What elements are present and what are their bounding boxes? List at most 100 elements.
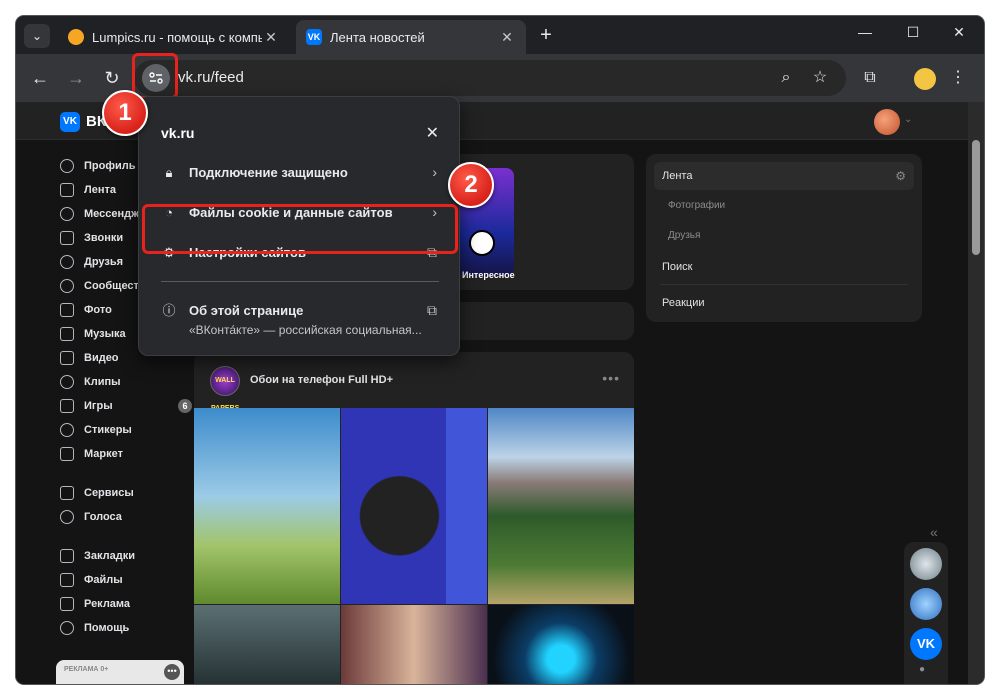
browser-window: ⌄ Lumpics.ru - помощь с компь ✕ VK Лента…	[16, 16, 984, 684]
wallpaper-photo-portrait[interactable]	[341, 605, 487, 684]
gamepad-icon	[60, 399, 74, 413]
post-author-avatar[interactable]: WALL PAPERS	[210, 366, 240, 412]
help-icon	[60, 621, 74, 635]
more-icon[interactable]: •••	[164, 664, 180, 680]
sidebar-item-votes[interactable]: Голоса	[60, 505, 200, 529]
feed-icon	[60, 183, 74, 197]
chat-icon	[60, 207, 74, 221]
story-label: Интересное	[462, 270, 515, 280]
step-marker-2: 2	[448, 162, 494, 208]
chevron-down-icon[interactable]: ⌄	[904, 114, 912, 125]
wallpaper-photo-sky-field[interactable]	[194, 408, 340, 604]
wallpaper-photo-fluffy-creature[interactable]	[341, 408, 487, 604]
friends-icon	[60, 255, 74, 269]
coins-icon	[60, 510, 74, 524]
wallpaper-photo-blue-lightning[interactable]	[488, 605, 634, 684]
new-tab-button[interactable]: +	[534, 24, 558, 48]
feed-filter-panel: Лента ⚙ Фотографии Друзья Поиск Реакции	[646, 154, 922, 322]
lumpics-favicon-icon	[68, 29, 84, 45]
external-link-icon: ⧉	[427, 302, 437, 318]
extensions-puzzle-icon[interactable]: ⧉	[858, 66, 882, 90]
filter-search[interactable]: Поиск	[654, 253, 914, 281]
lock-icon: 🔒︎	[165, 165, 173, 180]
tab-search-button[interactable]: ⌄	[24, 24, 50, 48]
close-icon[interactable]: ✕	[426, 123, 439, 143]
vk-chat-icon[interactable]: VK	[910, 628, 942, 660]
step-marker-1: 1	[102, 90, 148, 136]
about-page-subtitle: «ВКонта́кте» — российская социальная...	[189, 323, 422, 337]
wallpaper-photo-forest-light[interactable]	[194, 605, 340, 684]
back-arrow-icon[interactable]: ←	[28, 66, 52, 90]
chat-avatar[interactable]	[910, 588, 942, 620]
maximize-button[interactable]: ☐	[898, 24, 928, 41]
clips-icon	[60, 375, 74, 389]
sticker-icon	[60, 423, 74, 437]
user-avatar[interactable]	[874, 109, 900, 135]
sidebar-item-clips[interactable]: Клипы	[60, 370, 200, 394]
sidebar-item-services[interactable]: Сервисы	[60, 481, 200, 505]
zoom-icon[interactable]: ⌕	[776, 68, 796, 88]
divider	[660, 284, 908, 285]
address-bar[interactable]: vk.ru/feed ⌕ ☆	[134, 60, 846, 96]
menu-kebab-icon[interactable]: ⋮	[946, 66, 970, 90]
file-icon	[60, 573, 74, 587]
bookmark-star-icon[interactable]: ☆	[810, 68, 830, 88]
sidebar-item-help[interactable]: Помощь	[60, 616, 200, 640]
music-icon	[60, 327, 74, 341]
bookmark-icon	[60, 549, 74, 563]
connection-secure-row[interactable]: 🔒︎ Подключение защищено ›	[139, 153, 461, 193]
phone-icon	[60, 231, 74, 245]
tab-title: Лента новостей	[330, 29, 425, 45]
info-icon: ⓘ	[162, 303, 176, 318]
close-window-button[interactable]: ✕	[944, 24, 974, 41]
cookies-highlight-box	[142, 204, 458, 254]
vk-logo-icon[interactable]: VK	[60, 112, 80, 132]
site-info-highlight-box	[132, 53, 178, 99]
sidebar-item-games[interactable]: Игры 6	[60, 394, 200, 418]
popup-title: vk.ru	[161, 125, 195, 141]
chevron-right-icon: ›	[432, 164, 437, 180]
megaphone-icon	[60, 597, 74, 611]
collapse-chevrons-icon[interactable]: «	[930, 524, 938, 540]
sidebar-item-ads[interactable]: Реклама	[60, 592, 200, 616]
wallpaper-photo-mountain-lake[interactable]	[488, 408, 634, 604]
post-author-name[interactable]: Обои на телефон Full HD+	[250, 374, 393, 386]
filter-photos[interactable]: Фотографии	[654, 192, 914, 220]
market-bag-icon	[60, 447, 74, 461]
quick-chat-bar: VK ●	[904, 542, 948, 684]
photo-icon	[60, 303, 74, 317]
chat-bubble-icon[interactable]: ●	[919, 664, 933, 676]
sidebar-item-files[interactable]: Файлы	[60, 568, 200, 592]
sidebar-item-bookmarks[interactable]: Закладки	[60, 544, 200, 568]
divider	[161, 281, 439, 282]
filter-feed[interactable]: Лента ⚙	[654, 162, 914, 190]
close-tab-icon[interactable]: ✕	[498, 29, 516, 46]
vk-favicon-icon: VK	[306, 29, 322, 45]
profile-icon	[60, 159, 74, 173]
reload-icon[interactable]: ↻	[100, 66, 124, 90]
services-grid-icon	[60, 486, 74, 500]
ad-card[interactable]: РЕКЛАМА 0+ •••	[56, 660, 184, 684]
minimize-button[interactable]: —	[850, 24, 880, 40]
tab-lumpics[interactable]: Lumpics.ru - помощь с компь ✕	[58, 20, 290, 54]
tab-vk-feed[interactable]: VK Лента новостей ✕	[296, 20, 526, 54]
post-card: WALL PAPERS Обои на телефон Full HD+ •••	[194, 352, 634, 684]
close-tab-icon[interactable]: ✕	[262, 29, 280, 46]
tab-title: Lumpics.ru - помощь с компь	[92, 29, 262, 45]
more-icon[interactable]: •••	[602, 370, 620, 386]
scrollbar-thumb[interactable]	[972, 140, 980, 255]
games-badge: 6	[178, 399, 192, 413]
filter-friends[interactable]: Друзья	[654, 222, 914, 250]
sidebar-item-market[interactable]: Маркет	[60, 442, 200, 466]
communities-icon	[60, 279, 74, 293]
chat-avatar[interactable]	[910, 548, 942, 580]
chevron-down-icon: ⌄	[31, 29, 43, 43]
ad-label: РЕКЛАМА 0+	[64, 666, 109, 673]
sidebar-item-stickers[interactable]: Стикеры	[60, 418, 200, 442]
compass-icon	[469, 230, 495, 256]
filter-reactions[interactable]: Реакции	[654, 289, 914, 317]
tune-icon[interactable]: ⚙	[895, 162, 906, 190]
tab-strip: ⌄ Lumpics.ru - помощь с компь ✕ VK Лента…	[16, 16, 984, 54]
browser-profile-avatar[interactable]	[914, 68, 936, 90]
forward-arrow-icon[interactable]: →	[64, 66, 88, 90]
